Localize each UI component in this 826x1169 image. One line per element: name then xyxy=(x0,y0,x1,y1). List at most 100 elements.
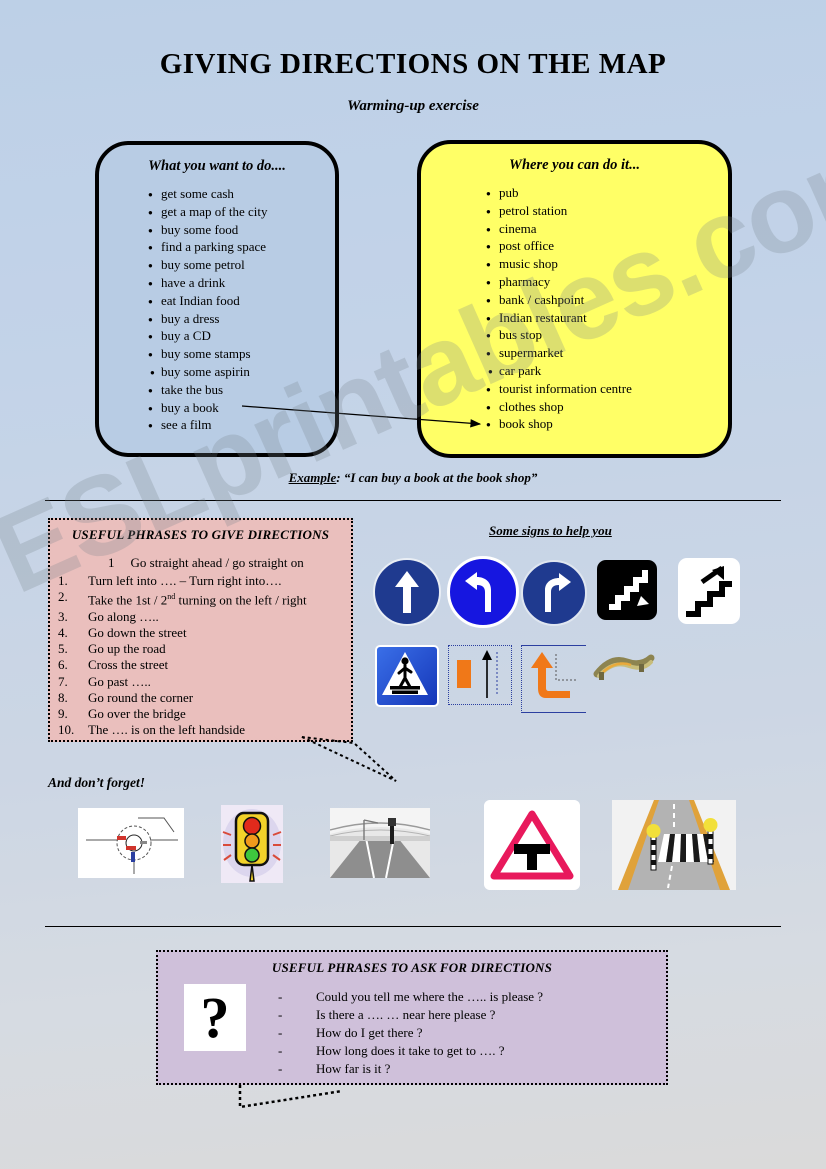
item-number: 4. xyxy=(58,624,68,640)
item-text: Cross the street xyxy=(88,657,169,673)
list-item: buy some stamps xyxy=(148,345,335,364)
list-item: Indian restaurant xyxy=(486,309,728,328)
example-label: Example xyxy=(288,470,337,485)
item-number: 2. xyxy=(58,589,68,605)
item-number: 7. xyxy=(58,673,68,689)
left-turn-arrow-icon xyxy=(465,572,491,612)
list-item: supermarket xyxy=(486,344,728,363)
zebra-crossing-icon xyxy=(612,800,736,890)
signs-heading: Some signs to help you xyxy=(489,523,612,538)
list-item: get a map of the city xyxy=(148,203,335,222)
item-text: Go down the street xyxy=(88,624,187,640)
useful-phrases-ask-directions-box: USEFUL PHRASES TO ASK FOR DIRECTIONS ? -… xyxy=(156,950,668,1085)
list-item: find a parking space xyxy=(148,238,335,257)
up-arrow-icon xyxy=(395,571,419,613)
stairs-down-icon xyxy=(609,570,649,610)
list-item: 2. Take the 1st / 2nd turning on the left… xyxy=(58,589,351,609)
list-item: music shop xyxy=(486,255,728,274)
item-text: Is there a …. … near here please ? xyxy=(316,1007,496,1022)
list-item: 1. Turn left into …. – Turn right into…. xyxy=(58,573,351,589)
list-item: - Could you tell me where the ….. is plea… xyxy=(278,988,543,1006)
traffic-light-icon xyxy=(222,809,282,882)
first-item-text: Go straight ahead / go straight on xyxy=(130,555,304,570)
divider-bottom xyxy=(45,926,781,927)
roundabout-diagram xyxy=(78,808,184,878)
item-number: 3. xyxy=(58,608,68,624)
item-number: 6. xyxy=(58,657,68,673)
list-item: 6. Cross the street xyxy=(58,657,351,673)
stairs-up-sign xyxy=(678,558,740,624)
turn-right-sign xyxy=(521,560,587,626)
list-item: see a film xyxy=(148,416,335,435)
give-directions-list: 1. Turn left into …. – Turn right into…. … xyxy=(50,573,351,738)
t-junction-sign xyxy=(484,800,580,890)
want-box-heading: What you want to do.... xyxy=(148,158,286,174)
go-past-diagram xyxy=(448,645,512,705)
where-you-can-do-it-box: Where you can do it... pub petrol statio… xyxy=(417,140,732,458)
item-dash: - xyxy=(278,1061,283,1076)
page-title: GIVING DIRECTIONS ON THE MAP xyxy=(159,48,667,80)
list-item: post office xyxy=(486,237,728,256)
give-directions-first-item: 1 Go straight ahead / go straight on xyxy=(108,555,351,571)
item-text: Go over the bridge xyxy=(88,705,186,721)
list-item: buy some petrol xyxy=(148,256,335,275)
and-dont-forget-label: And don’t forget! xyxy=(48,775,146,790)
item-text: Turn left into …. – Turn right into…. xyxy=(88,573,282,588)
crossroads-photo xyxy=(330,808,430,878)
item-text: Go along ….. xyxy=(88,608,159,624)
list-item: 4. Go down the street xyxy=(58,625,351,641)
roundabout-icon xyxy=(78,808,184,878)
example-text: : “I can buy a book at the book shop” xyxy=(336,470,538,485)
list-item: have a drink xyxy=(148,274,335,293)
list-item: 7. Go past ….. xyxy=(58,674,351,690)
straight-ahead-sign xyxy=(373,558,441,626)
list-item: eat Indian food xyxy=(148,292,335,311)
pink-callout-tail xyxy=(301,736,397,782)
item-text: Could you tell me where the ….. is pleas… xyxy=(316,989,544,1004)
list-item: cinema xyxy=(486,220,728,239)
list-item: buy a CD xyxy=(148,327,335,346)
item-number: 8. xyxy=(58,689,68,705)
item-dash: - xyxy=(278,1043,283,1058)
list-item: tourist information centre xyxy=(486,380,728,399)
list-item: 3. Go along ….. xyxy=(58,609,351,625)
list-item: - How far is it ? xyxy=(278,1060,543,1078)
question-mark-glyph: ? xyxy=(200,984,230,1050)
bridge-image xyxy=(593,650,655,686)
list-item: buy some food xyxy=(148,221,335,240)
item-dash: - xyxy=(278,989,283,1004)
list-item: bank / cashpoint xyxy=(486,291,728,310)
item-number: 10. xyxy=(58,722,75,738)
list-item: book shop xyxy=(486,415,728,434)
list-item: pharmacy xyxy=(486,273,728,292)
want-box-list: get some cash get a map of the city buy … xyxy=(99,185,335,435)
item-text: The …. is on the left handside xyxy=(88,722,246,738)
where-box-heading: Where you can do it... xyxy=(509,157,640,173)
item-text: Go up the road xyxy=(88,641,166,657)
list-item: take the bus xyxy=(148,381,335,400)
item-number: 9. xyxy=(58,705,68,721)
list-item: buy a book xyxy=(148,399,335,418)
item-number: 5. xyxy=(58,641,68,657)
zebra-crossing-image xyxy=(612,800,736,890)
page-subtitle: Warming-up exercise xyxy=(347,98,479,114)
ask-directions-list: - Could you tell me where the ….. is plea… xyxy=(278,988,543,1078)
list-item: 5. Go up the road xyxy=(58,641,351,657)
list-item: bus stop xyxy=(486,326,728,345)
list-item: buy some aspirin xyxy=(150,363,335,382)
list-item: get some cash xyxy=(148,185,335,204)
item-text: How long does it take to get to …. ? xyxy=(316,1043,505,1058)
pedestrian-crossing-sign xyxy=(375,645,439,707)
divider-top xyxy=(45,500,781,501)
list-item: 9. Go over the bridge xyxy=(58,706,351,722)
ask-directions-title: USEFUL PHRASES TO ASK FOR DIRECTIONS xyxy=(271,960,553,975)
where-box-list: pub petrol station cinema post office mu… xyxy=(421,184,728,434)
turn-corner-diagram xyxy=(521,645,586,713)
purple-callout-tail xyxy=(238,1085,343,1109)
bridge-icon xyxy=(593,654,655,680)
list-item: - How long does it take to get to …. ? xyxy=(278,1042,543,1060)
pedestrian-icon xyxy=(382,652,428,695)
item-text: Take the 1st / 2nd turning on the left /… xyxy=(88,592,307,608)
turn-left-sign xyxy=(447,556,519,628)
item-text: How far is it ? xyxy=(316,1061,391,1076)
